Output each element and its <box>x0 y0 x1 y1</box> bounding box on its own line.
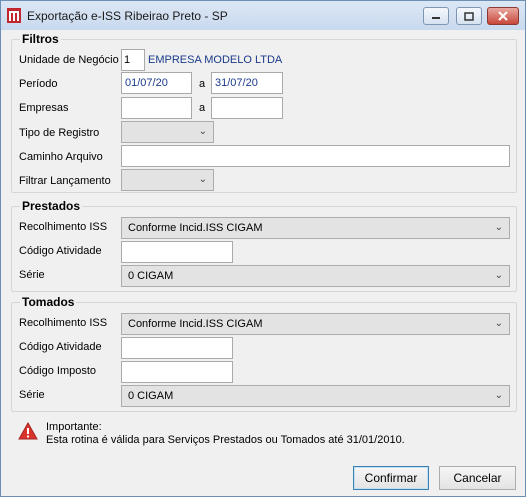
prestados-codigo-atividade-input[interactable] <box>121 241 233 263</box>
tipo-registro-label: Tipo de Registro <box>19 127 100 139</box>
window-title: Exportação e-ISS Ribeirao Preto - SP <box>27 9 228 23</box>
filtrar-label: Filtrar Lançamento <box>19 175 111 187</box>
tomados-serie-select[interactable]: 0 CIGAM ⌄ <box>121 385 510 407</box>
tomados-group: Tomados Recolhimento ISS Conforme Incid.… <box>11 295 517 412</box>
tomados-codigo-atividade-label: Código Atividade <box>19 341 102 353</box>
app-logo-icon <box>7 8 21 23</box>
warning-icon <box>18 422 38 440</box>
tomados-recolhimento-select[interactable]: Conforme Incid.ISS CIGAM ⌄ <box>121 313 510 335</box>
close-button[interactable] <box>487 7 519 25</box>
tomados-serie-value: 0 CIGAM <box>128 390 174 402</box>
prestados-recolhimento-value: Conforme Incid.ISS CIGAM <box>128 222 263 234</box>
empresas-to-input[interactable] <box>211 97 283 119</box>
filtros-title: Filtros <box>20 32 61 46</box>
chevron-down-icon: ⌄ <box>198 126 207 137</box>
prestados-serie-select[interactable]: 0 CIGAM ⌄ <box>121 265 510 287</box>
periodo-from-input[interactable]: 01/07/20 <box>121 72 192 94</box>
dialog-window: Exportação e-ISS Ribeirao Preto - SP Fil… <box>0 0 526 497</box>
empresas-from-input[interactable] <box>121 97 192 119</box>
periodo-to-input[interactable]: 31/07/20 <box>211 72 283 94</box>
close-icon <box>498 11 508 21</box>
dialog-content: Filtros Unidade de Negócio 1 EMPRESA MOD… <box>2 30 524 495</box>
confirm-button[interactable]: Confirmar <box>353 466 429 490</box>
periodo-label: Período <box>19 78 58 90</box>
periodo-separator: a <box>199 78 206 90</box>
prestados-recolhimento-label: Recolhimento ISS <box>19 221 108 233</box>
unidade-name: EMPRESA MODELO LTDA <box>148 54 283 66</box>
tomados-recolhimento-label: Recolhimento ISS <box>19 317 108 329</box>
filtrar-select[interactable]: ⌄ <box>121 169 214 191</box>
minimize-button[interactable] <box>423 7 449 25</box>
chevron-down-icon: ⌄ <box>494 390 503 401</box>
chevron-down-icon: ⌄ <box>494 318 503 329</box>
prestados-serie-label: Série <box>19 269 45 281</box>
tomados-codigo-imposto-label: Código Imposto <box>19 365 97 377</box>
maximize-button[interactable] <box>456 7 482 25</box>
tomados-codigo-atividade-input[interactable] <box>121 337 233 359</box>
unidade-input[interactable]: 1 <box>121 49 145 71</box>
maximize-icon <box>464 11 474 21</box>
prestados-title: Prestados <box>20 199 83 213</box>
prestados-codigo-atividade-label: Código Atividade <box>19 245 102 257</box>
minimize-icon <box>432 17 440 19</box>
filtros-group: Filtros Unidade de Negócio 1 EMPRESA MOD… <box>11 32 517 193</box>
notice-text: Esta rotina é válida para Serviços Prest… <box>46 434 405 446</box>
chevron-down-icon: ⌄ <box>494 222 503 233</box>
empresas-separator: a <box>199 102 206 114</box>
tomados-serie-label: Série <box>19 389 45 401</box>
tomados-recolhimento-value: Conforme Incid.ISS CIGAM <box>128 318 263 330</box>
unidade-label: Unidade de Negócio <box>19 54 119 66</box>
caminho-input[interactable] <box>121 145 510 167</box>
chevron-down-icon: ⌄ <box>494 270 503 281</box>
title-bar[interactable]: Exportação e-ISS Ribeirao Preto - SP <box>1 1 525 30</box>
prestados-recolhimento-select[interactable]: Conforme Incid.ISS CIGAM ⌄ <box>121 217 510 239</box>
tomados-title: Tomados <box>20 295 77 309</box>
chevron-down-icon: ⌄ <box>198 174 207 185</box>
prestados-group: Prestados Recolhimento ISS Conforme Inci… <box>11 199 517 292</box>
tipo-registro-select[interactable]: ⌄ <box>121 121 214 143</box>
cancel-button[interactable]: Cancelar <box>439 466 516 490</box>
tomados-codigo-imposto-input[interactable] <box>121 361 233 383</box>
caminho-label: Caminho Arquivo <box>19 151 103 163</box>
empresas-label: Empresas <box>19 102 69 114</box>
prestados-serie-value: 0 CIGAM <box>128 270 174 282</box>
notice-heading: Importante: <box>46 421 102 433</box>
